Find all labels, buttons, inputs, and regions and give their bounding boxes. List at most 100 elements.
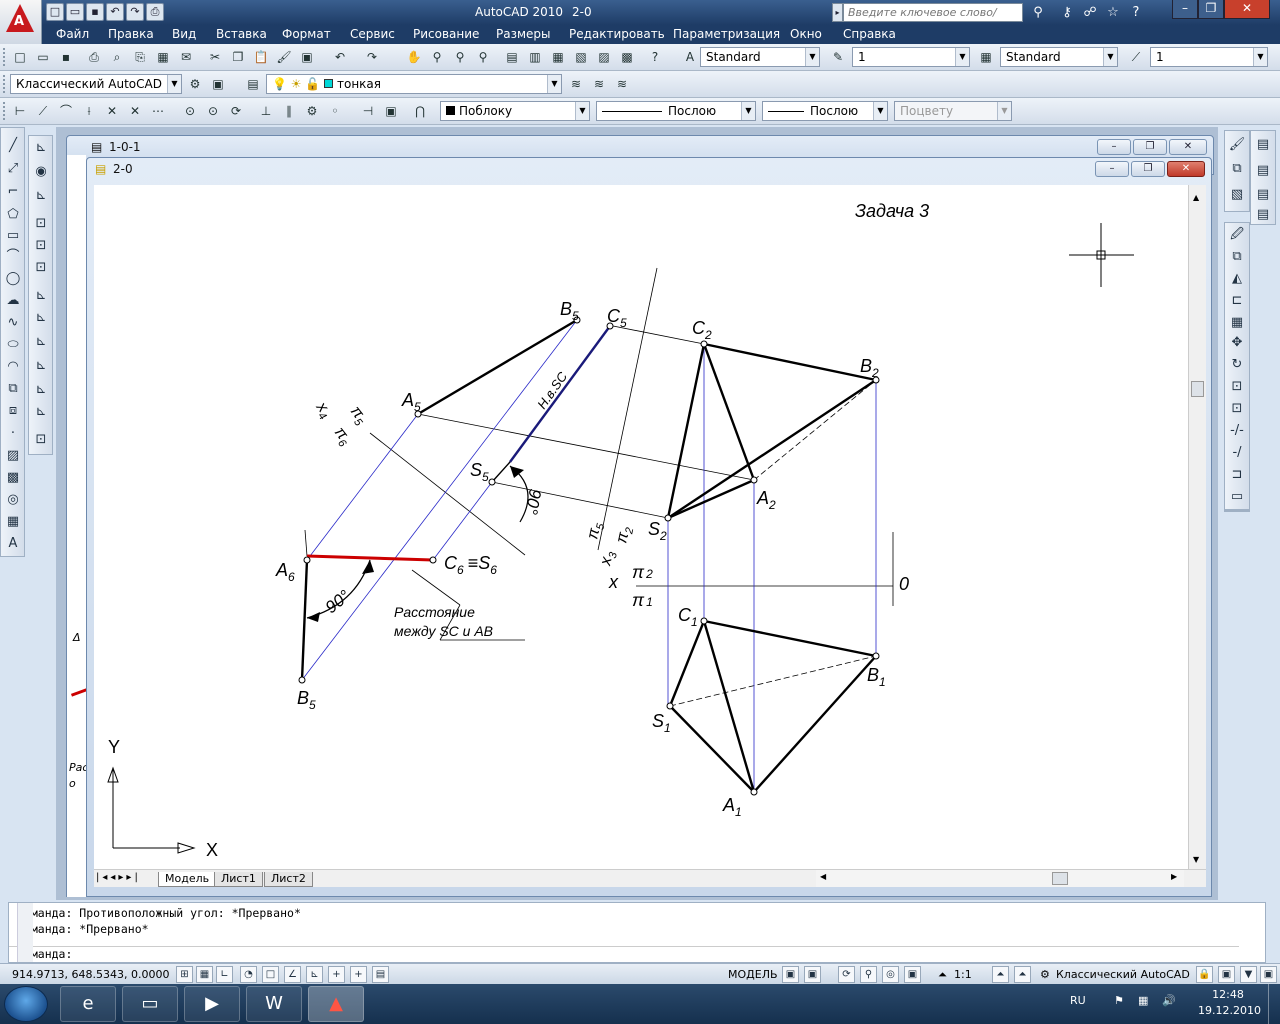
polygon-icon[interactable]: ⬠ [3,205,23,225]
offset-icon[interactable]: ⊏ [1227,291,1247,311]
quick-dim-icon[interactable]: ⊙ [203,101,223,121]
save-icon[interactable]: ▪ [56,47,76,67]
dim-arc-v-icon[interactable]: ⊡ [31,258,51,278]
layer-previous-icon[interactable]: ≋ [589,74,609,94]
quickprops-icon[interactable]: ▤ [372,966,389,983]
dim-space-icon[interactable]: ∥ [279,101,299,121]
dim-override-v-icon[interactable]: ⊡ [31,430,51,450]
blockeditor-icon[interactable]: ▣ [297,47,317,67]
dim-diameter-icon[interactable]: ⋯ [148,101,168,121]
make-block-icon[interactable]: ⧈ [3,401,23,421]
mleader-style-icon[interactable]: ⟋ [1126,47,1146,67]
workspace-icon[interactable]: ▣ [208,74,228,94]
menu-file[interactable]: Файл [56,27,89,41]
annovis-icon[interactable]: ⏶ [992,966,1009,983]
horizontal-scroll-thumb[interactable] [1052,872,1068,885]
scroll-left-icon[interactable]: ◀ [820,872,826,881]
dim-angle-v-icon[interactable]: ⊡ [31,236,51,256]
edit-polyline-icon[interactable]: ▧ [1227,185,1247,205]
circle-icon[interactable]: ◯ [3,269,23,289]
ortho-icon[interactable]: ∟ [216,966,233,983]
keyword-search-input[interactable]: Введите ключевое слово/фразу [843,3,1023,36]
gradient-icon[interactable]: ▩ [3,468,23,488]
menu-tools[interactable]: Сервис [350,27,395,41]
join-icon[interactable]: ▭ [1227,487,1247,507]
front-minimize-button[interactable]: – [1095,161,1129,177]
dim-edit-icon[interactable]: ⋂ [410,101,430,121]
menu-window[interactable]: Окно [790,27,822,41]
undo-icon[interactable]: ↶ [330,47,350,67]
construction-line-icon[interactable]: ⤢ [3,159,23,179]
drawing-canvas[interactable]: Задача 3 B5 C5 C2 B2 A5 S5 A2 S2 A6 C6 ≡S… [94,185,1188,869]
app-menu-button[interactable]: A [0,0,42,44]
preview-icon[interactable]: ⌕ [107,47,127,67]
toolpalettes-icon[interactable]: ▦ [548,47,568,67]
zoom-status-icon[interactable]: ⚲ [860,966,877,983]
trim-icon[interactable]: -/- [1227,421,1247,441]
dim-update-v-icon[interactable]: ⊾ [31,380,51,400]
vertical-scroll-thumb[interactable] [1191,381,1204,397]
markup-icon[interactable]: ▨ [594,47,614,67]
steeringwheel-icon[interactable]: ◎ [882,966,899,983]
taskbar-word-icon[interactable]: W [246,986,302,1022]
taskbar-ie-icon[interactable]: e [60,986,116,1022]
menu-dimension[interactable]: Размеры [496,27,551,41]
quickview-layouts-icon[interactable]: ▣ [782,966,799,983]
zoom-previous-icon[interactable]: ⚲ [473,47,493,67]
command-scrollbar[interactable] [17,903,33,962]
layer-select[interactable]: 💡 ☀ 🔓 тонкая ▼ [266,74,562,94]
scroll-right-icon[interactable]: ▶ [1171,872,1177,881]
text-style-icon[interactable]: A [680,47,700,67]
dim-baseline-v-icon[interactable]: ⊾ [31,286,51,306]
draworder-icon[interactable]: 🖌 [1227,135,1247,155]
tab-model[interactable]: Модель [158,872,217,887]
3dprint-icon[interactable]: ▦ [153,47,173,67]
publish-icon[interactable]: ⎘ [130,47,150,67]
isolate-objects-icon[interactable]: ▼ [1240,966,1257,983]
menu-view[interactable]: Вид [172,27,196,41]
paste-icon[interactable]: 📋 [251,47,271,67]
lineweight-icon[interactable]: + [350,966,367,983]
showmotion-icon[interactable]: ▣ [904,966,921,983]
redo-icon[interactable]: ↷ [362,47,382,67]
binoculars-icon[interactable]: ⚲ [1028,3,1048,22]
undo-icon[interactable]: ↶ [106,3,124,21]
workspace-settings-icon[interactable]: ⚙ [185,74,205,94]
dim-arc-icon[interactable]: ⌒ [56,101,76,121]
coordinates-readout[interactable]: 914.9713, 648.5343, 0.0000 [12,968,169,981]
grid-icon[interactable]: ▦ [196,966,213,983]
workspace-select[interactable]: Классический AutoCAD ▼ [10,74,182,94]
layer-off-icon[interactable]: ▤ [1253,185,1273,205]
annotation-scale[interactable]: 1:1 [954,968,972,981]
line-icon[interactable]: ╱ [3,136,23,156]
restore-button[interactable]: ❐ [1198,0,1224,19]
tolerance-icon[interactable]: ◦ [325,101,345,121]
mirror-icon[interactable]: ◭ [1227,269,1247,289]
dim-radius-v-icon[interactable]: ◉ [31,162,51,182]
dim-angular-icon[interactable]: ⊙ [180,101,200,121]
dim-break-icon[interactable]: ⚙ [302,101,322,121]
taskbar-autocad-icon[interactable]: ▲ [308,986,364,1022]
show-desktop-button[interactable] [1268,984,1280,1024]
edit-hatch-icon[interactable]: ⧉ [1227,159,1247,179]
dim-ordinate-icon[interactable]: ⟊ [79,101,99,121]
copy-icon[interactable]: ❐ [228,47,248,67]
command-prompt[interactable]: Команда: [9,946,1239,961]
ducs-icon[interactable]: ⊾ [306,966,323,983]
subscription-key-icon[interactable]: ⚷ [1057,3,1077,22]
mleader-scale-select[interactable]: 1 ▼ [1150,47,1268,67]
center-mark-icon[interactable]: ⊣ [358,101,378,121]
dim-linear-icon[interactable]: ⊢ [10,101,30,121]
dim-scale-select[interactable]: 1 ▼ [852,47,970,67]
sheetset-icon[interactable]: ▧ [571,47,591,67]
zoom-realtime-icon[interactable]: ⚲ [427,47,447,67]
layer-properties-icon[interactable]: ▤ [243,74,263,94]
print-icon[interactable]: ⎙ [146,3,164,21]
table-icon[interactable]: ▦ [3,512,23,532]
mtext-icon[interactable]: A [3,534,23,554]
arc-icon[interactable]: ⌒ [3,247,23,267]
lineweight-select[interactable]: Послою ▼ [762,101,888,121]
hatch-icon[interactable]: ▨ [3,446,23,466]
menu-format[interactable]: Формат [282,27,331,41]
extend-icon[interactable]: -/ [1227,443,1247,463]
